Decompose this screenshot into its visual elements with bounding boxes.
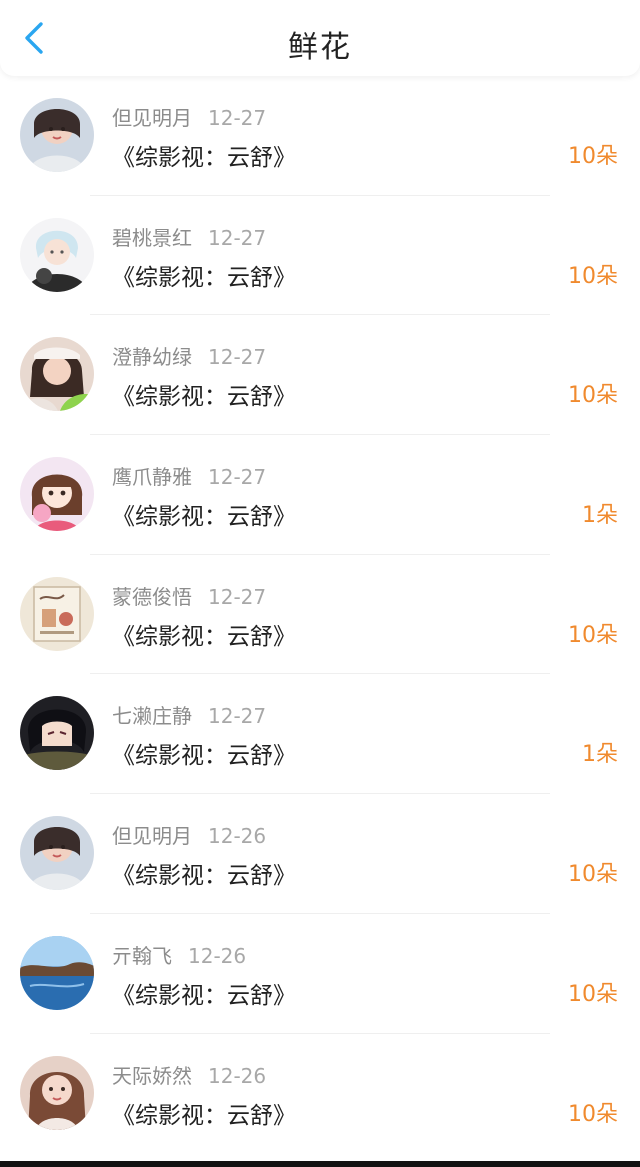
list-item[interactable]: 澄静幼绿 12-27 《综影视：云舒》 10朵 bbox=[0, 315, 640, 436]
top-nav-bar: 鲜花 bbox=[0, 0, 640, 76]
flower-amount: 10朵 bbox=[568, 981, 618, 1007]
gift-date: 12-27 bbox=[208, 106, 267, 130]
avatar[interactable] bbox=[20, 457, 94, 532]
avatar[interactable] bbox=[20, 576, 94, 651]
list-item[interactable]: 但见明月 12-27 《综影视：云舒》 10朵 bbox=[0, 76, 640, 196]
gift-meta: 但见明月 12-26 bbox=[112, 820, 266, 849]
book-title: 《综影视：云舒》 bbox=[112, 743, 296, 770]
gift-meta: 蒙德俊悟 12-27 bbox=[112, 581, 266, 610]
flowers-page: 鲜花 但见明月 12-27 《综影视：云舒》 10朵 碧桃景红 12-27 《综… bbox=[0, 0, 640, 1167]
gift-date: 12-27 bbox=[208, 704, 267, 729]
book-title: 《综影视：云舒》 bbox=[112, 264, 296, 291]
username: 鹰爪静雅 bbox=[112, 465, 192, 490]
username: 亓翰飞 bbox=[112, 943, 172, 968]
username: 但见明月 bbox=[112, 824, 192, 849]
flower-amount: 10朵 bbox=[568, 862, 618, 888]
flower-amount: 1朵 bbox=[582, 742, 618, 768]
username: 天际娇然 bbox=[112, 1063, 192, 1088]
flower-amount: 10朵 bbox=[568, 622, 618, 648]
flower-amount: 10朵 bbox=[568, 1101, 618, 1127]
list-item[interactable]: 七濑庄静 12-27 《综影视：云舒》 1朵 bbox=[0, 674, 640, 795]
gift-meta: 亓翰飞 12-26 bbox=[112, 940, 246, 969]
flower-gift-list: 但见明月 12-27 《综影视：云舒》 10朵 碧桃景红 12-27 《综影视：云舒… bbox=[0, 76, 640, 1153]
gift-date: 12-26 bbox=[188, 943, 247, 968]
book-title: 《综影视：云舒》 bbox=[112, 384, 296, 411]
book-title: 《综影视：云舒》 bbox=[112, 982, 296, 1009]
gift-meta: 澄静幼绿 12-27 bbox=[112, 341, 266, 370]
username: 蒙德俊悟 bbox=[112, 584, 192, 609]
list-item[interactable]: 蒙德俊悟 12-27 《综影视：云舒》 10朵 bbox=[0, 555, 640, 675]
gift-meta: 但见明月 12-27 bbox=[112, 102, 266, 131]
list-item[interactable]: 碧桃景红 12-27 《综影视：云舒》 10朵 bbox=[0, 196, 640, 316]
page-title: 鲜花 bbox=[288, 30, 352, 65]
username: 七濑庄静 bbox=[112, 704, 192, 729]
avatar[interactable] bbox=[20, 217, 94, 292]
flower-amount: 10朵 bbox=[568, 144, 618, 169]
gift-date: 12-27 bbox=[208, 345, 267, 370]
gift-meta: 碧桃景红 12-27 bbox=[112, 222, 266, 251]
avatar[interactable] bbox=[20, 816, 94, 891]
flower-amount: 10朵 bbox=[568, 383, 618, 409]
username: 碧桃景红 bbox=[112, 225, 192, 250]
gift-meta: 鹰爪静雅 12-27 bbox=[112, 461, 266, 490]
avatar[interactable] bbox=[20, 696, 94, 771]
gift-date: 12-26 bbox=[208, 824, 267, 849]
book-title: 《综影视：云舒》 bbox=[112, 1102, 296, 1129]
gift-date: 12-27 bbox=[208, 225, 267, 250]
list-item[interactable]: 鹰爪静雅 12-27 《综影视：云舒》 1朵 bbox=[0, 435, 640, 555]
avatar[interactable] bbox=[20, 935, 94, 1010]
book-title: 《综影视：云舒》 bbox=[112, 504, 296, 531]
avatar[interactable] bbox=[20, 1055, 94, 1130]
flower-amount: 1朵 bbox=[582, 503, 618, 529]
gift-date: 12-27 bbox=[208, 465, 267, 490]
gift-date: 12-27 bbox=[208, 584, 267, 609]
gift-meta: 七濑庄静 12-27 bbox=[112, 700, 266, 729]
system-bottom-bar bbox=[0, 1161, 640, 1167]
list-item[interactable]: 天际娇然 12-26 《综影视：云舒》 10朵 bbox=[0, 1034, 640, 1154]
avatar[interactable] bbox=[20, 337, 94, 412]
gift-date: 12-26 bbox=[208, 1063, 267, 1088]
list-item[interactable]: 亓翰飞 12-26 《综影视：云舒》 10朵 bbox=[0, 914, 640, 1034]
book-title: 《综影视：云舒》 bbox=[112, 863, 296, 890]
username: 但见明月 bbox=[112, 106, 192, 130]
avatar[interactable] bbox=[20, 98, 94, 172]
gift-meta: 天际娇然 12-26 bbox=[112, 1060, 266, 1089]
username: 澄静幼绿 bbox=[112, 345, 192, 370]
list-item[interactable]: 但见明月 12-26 《综影视：云舒》 10朵 bbox=[0, 794, 640, 914]
book-title: 《综影视：云舒》 bbox=[112, 145, 296, 171]
flower-amount: 10朵 bbox=[568, 263, 618, 289]
book-title: 《综影视：云舒》 bbox=[112, 623, 296, 650]
